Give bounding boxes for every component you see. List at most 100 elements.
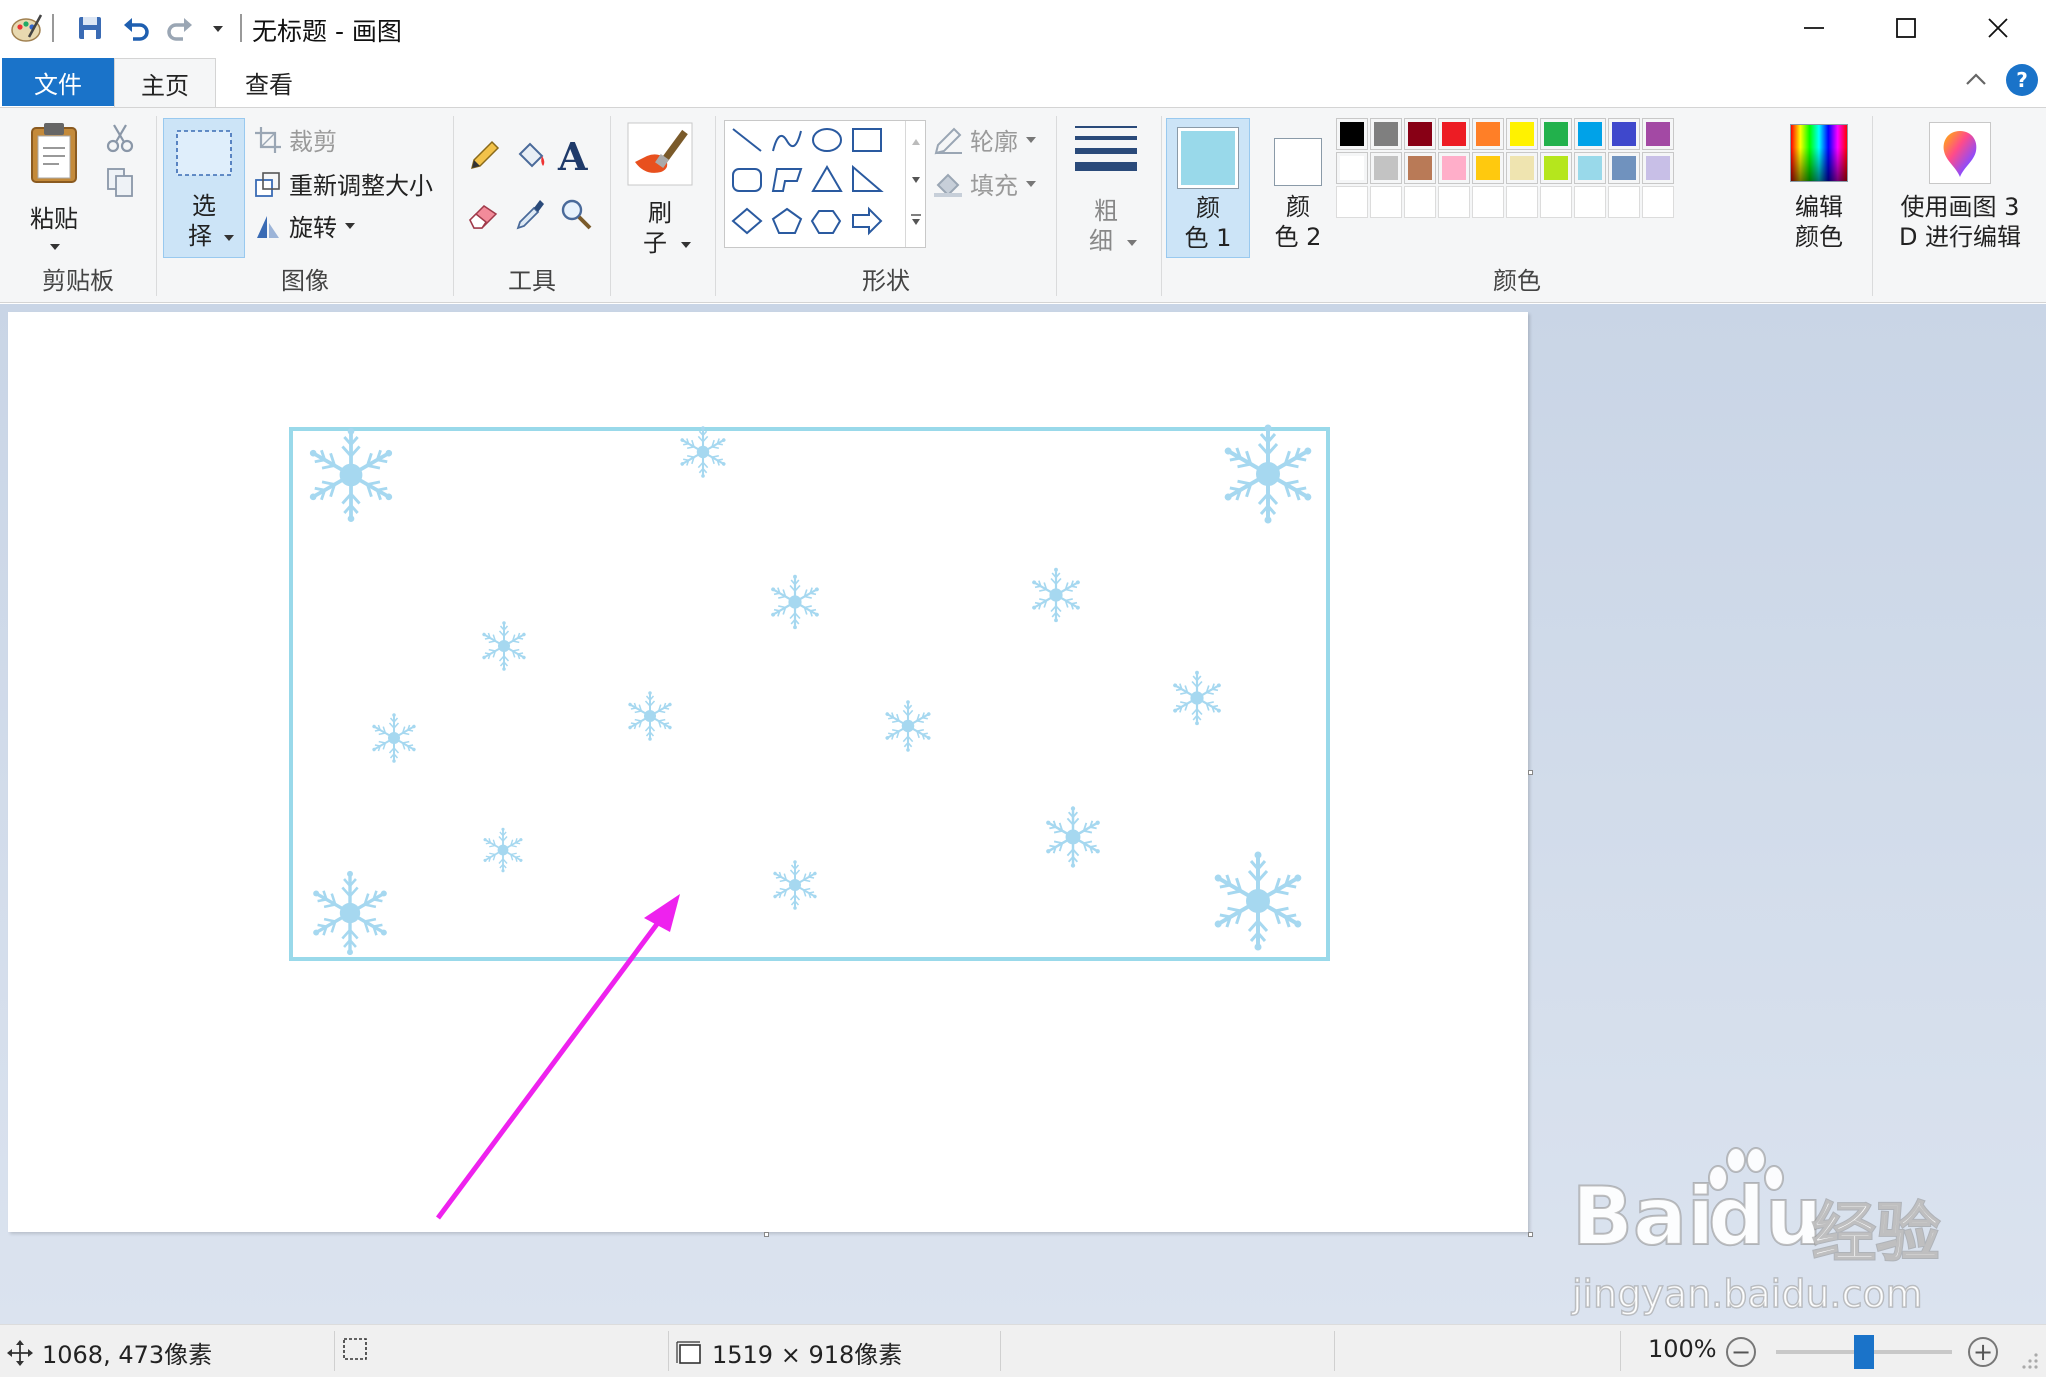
eraser-icon[interactable] <box>466 196 502 236</box>
help-icon[interactable]: ? <box>2006 64 2038 96</box>
palette-swatch[interactable] <box>1404 118 1436 150</box>
redo-icon[interactable] <box>160 8 200 48</box>
collapse-ribbon-icon[interactable] <box>1962 66 1990 94</box>
paste-dropdown-icon[interactable] <box>48 242 62 252</box>
paint3d-group: 使用画图 3 D 进行编辑 <box>1873 108 2046 304</box>
minimize-button[interactable] <box>1768 0 1860 56</box>
palette-swatch-color <box>1476 156 1500 180</box>
paint-app-icon[interactable] <box>6 8 46 48</box>
palette-swatch[interactable] <box>1336 152 1368 184</box>
rotate-button[interactable]: 旋转 <box>253 208 357 243</box>
palette-swatch-color <box>1408 156 1432 180</box>
crop-button[interactable]: 裁剪 <box>253 122 337 157</box>
color1-button[interactable]: 颜 色 1 <box>1166 118 1250 258</box>
palette-swatch[interactable] <box>1574 118 1606 150</box>
resize-button[interactable]: 重新调整大小 <box>253 166 433 201</box>
outline-button[interactable]: 轮廓 <box>932 122 1038 157</box>
palette-swatch[interactable] <box>1608 118 1640 150</box>
tab-home[interactable]: 主页 <box>114 58 216 108</box>
pencil-icon[interactable] <box>466 138 502 178</box>
tab-file[interactable]: 文件 <box>2 58 114 106</box>
palette-empty-swatch[interactable] <box>1574 186 1606 218</box>
palette-swatch[interactable] <box>1642 152 1674 184</box>
resize-label: 重新调整大小 <box>289 172 433 200</box>
palette-swatch[interactable] <box>1370 152 1402 184</box>
palette-swatch[interactable] <box>1472 118 1504 150</box>
status-separator <box>668 1331 669 1371</box>
palette-swatch[interactable] <box>1438 152 1470 184</box>
select-button[interactable]: 选 择 <box>163 118 245 258</box>
palette-swatch[interactable] <box>1438 118 1470 150</box>
resize-handle-corner[interactable] <box>1528 1232 1533 1237</box>
palette-swatch-color <box>1578 122 1602 146</box>
brushes-button[interactable]: 刷 子 <box>627 122 699 262</box>
color2-swatch <box>1278 142 1318 182</box>
zoom-in-button[interactable]: + <box>1968 1337 1998 1367</box>
magnifier-icon[interactable] <box>558 196 594 236</box>
palette-empty-swatch[interactable] <box>1608 186 1640 218</box>
brushes-group: 刷 子 <box>611 108 715 304</box>
shapes-scrollbar[interactable] <box>905 121 925 247</box>
palette-swatch[interactable] <box>1608 152 1640 184</box>
palette-swatch[interactable] <box>1336 118 1368 150</box>
status-separator <box>1334 1331 1335 1371</box>
close-button[interactable] <box>1952 0 2044 56</box>
palette-swatch[interactable] <box>1404 152 1436 184</box>
outline-label: 轮廓 <box>970 128 1018 156</box>
palette-swatch-color <box>1476 122 1500 146</box>
edit-colors-label-line2: 颜色 <box>1795 223 1843 251</box>
palette-empty-swatch[interactable] <box>1506 186 1538 218</box>
size-label-line2: 细 <box>1089 227 1113 255</box>
drawing-canvas[interactable] <box>8 312 1533 1237</box>
clipboard-icon <box>31 123 77 183</box>
edit-with-paint3d-button[interactable]: 使用画图 3 D 进行编辑 <box>1879 120 2041 280</box>
customize-toolbar-icon[interactable] <box>198 8 238 48</box>
undo-icon[interactable] <box>116 8 156 48</box>
brushes-dropdown-icon <box>681 242 691 248</box>
palette-swatch[interactable] <box>1506 152 1538 184</box>
palette-empty-swatch[interactable] <box>1336 186 1368 218</box>
palette-swatch[interactable] <box>1506 118 1538 150</box>
palette-swatch[interactable] <box>1370 118 1402 150</box>
palette-empty-swatch[interactable] <box>1370 186 1402 218</box>
size-button[interactable]: 粗 细 <box>1071 122 1149 262</box>
fill-button[interactable]: 填充 <box>932 166 1038 201</box>
zoom-out-button[interactable]: − <box>1726 1337 1756 1367</box>
palette-swatch[interactable] <box>1540 118 1572 150</box>
edit-colors-button[interactable]: 编辑 颜色 <box>1774 120 1860 260</box>
shapes-group-label: 形状 <box>862 267 910 295</box>
copy-icon[interactable] <box>104 166 136 202</box>
size-group: 粗 细 <box>1057 108 1161 304</box>
resize-grip-icon[interactable] <box>2020 1351 2040 1371</box>
palette-empty-swatch[interactable] <box>1438 186 1470 218</box>
card-frame <box>289 427 1330 961</box>
canvas-size-display: 1519 × 918像素 <box>674 1335 902 1370</box>
canvas-size-text: 1519 × 918像素 <box>712 1341 903 1369</box>
palette-empty-swatch[interactable] <box>1404 186 1436 218</box>
paint3d-label-line1: 使用画图 3 <box>1900 193 2020 221</box>
maximize-button[interactable] <box>1860 0 1952 56</box>
palette-empty-swatch[interactable] <box>1642 186 1674 218</box>
color2-button[interactable]: 颜 色 2 <box>1256 118 1340 258</box>
canvas-workspace[interactable]: Bai du 经验 jingyan.baidu.com <box>0 304 2046 1324</box>
zoom-slider-thumb[interactable] <box>1854 1335 1874 1369</box>
cut-icon[interactable] <box>104 122 136 158</box>
palette-empty-swatch[interactable] <box>1472 186 1504 218</box>
status-bar: 1068, 473像素 1519 × 918像素 100% − + <box>0 1324 2046 1377</box>
palette-swatch[interactable] <box>1642 118 1674 150</box>
save-icon[interactable] <box>70 8 110 48</box>
palette-swatch[interactable] <box>1540 152 1572 184</box>
resize-handle-right[interactable] <box>1528 770 1533 775</box>
palette-swatch[interactable] <box>1472 152 1504 184</box>
resize-handle-bottom[interactable] <box>764 1232 769 1237</box>
outline-dropdown-icon <box>1026 136 1036 143</box>
palette-empty-swatch[interactable] <box>1540 186 1572 218</box>
zoom-level: 100% <box>1648 1335 1717 1363</box>
palette-swatch[interactable] <box>1574 152 1606 184</box>
text-tool-icon[interactable]: A <box>558 134 587 179</box>
tab-view[interactable]: 查看 <box>218 58 320 106</box>
color-picker-icon[interactable] <box>512 196 548 236</box>
fill-bucket-icon[interactable] <box>512 138 548 178</box>
shapes-icons[interactable] <box>727 123 887 247</box>
paint3d-label-line2: D 进行编辑 <box>1898 223 2022 251</box>
